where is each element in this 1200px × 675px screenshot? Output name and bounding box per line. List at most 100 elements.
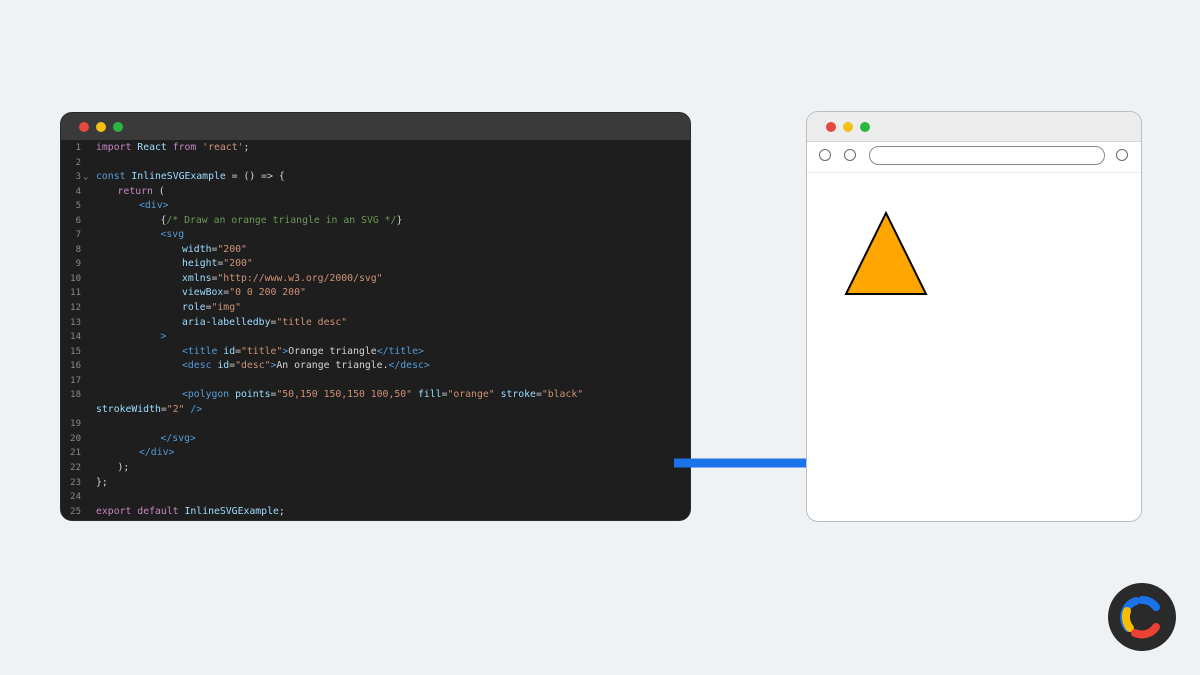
maximize-window-button[interactable]	[113, 122, 123, 132]
reload-button[interactable]	[1116, 149, 1128, 161]
line-number: 1	[75, 143, 81, 153]
code-token: "http://www.w3.org/2000/svg"	[217, 272, 383, 284]
code-text: <div>	[139, 199, 169, 214]
line-number: 18	[70, 390, 81, 401]
code-token: width	[182, 243, 212, 255]
line-number: 15	[70, 346, 81, 357]
line-number: 9	[75, 259, 81, 270]
code-token: points	[235, 389, 271, 401]
line-number: 24	[70, 492, 81, 503]
line-number: 25	[70, 506, 81, 517]
code-token: const	[96, 171, 126, 183]
code-token: /* Draw an orange triangle in an SVG */	[166, 214, 397, 226]
code-token: >	[160, 331, 167, 343]
code-line: 7 <svg	[61, 228, 690, 243]
code-token: <svg	[160, 229, 185, 241]
browser-close-button[interactable]	[826, 122, 836, 132]
code-token: InlineSVGExample	[184, 505, 279, 517]
browser-maximize-button[interactable]	[860, 122, 870, 132]
browser-titlebar	[807, 112, 1141, 142]
fold-chevron-icon[interactable]: ⌄	[83, 170, 88, 185]
code-token: ;	[243, 142, 250, 153]
address-bar[interactable]	[869, 146, 1105, 165]
code-text: return (	[118, 185, 165, 200]
code-text: <polygon points="50,150 150,150 100,50" …	[182, 388, 583, 403]
code-token: id	[223, 345, 236, 357]
line-number: 5	[75, 201, 81, 212]
code-token: </desc>	[388, 360, 430, 372]
code-text: aria-labelledby="title desc"	[182, 316, 347, 331]
code-token: React	[137, 142, 167, 153]
code-token: "2"	[166, 403, 185, 415]
line-number: 2	[75, 157, 81, 168]
code-text: </div>	[139, 446, 174, 461]
line-number: 10	[70, 273, 81, 284]
code-token: />	[190, 403, 203, 415]
code-token: xmlns	[182, 272, 212, 284]
line-number: 12	[70, 303, 81, 314]
code-token: "orange"	[447, 389, 495, 401]
code-text: const InlineSVGExample = () => {	[96, 170, 285, 185]
minimize-window-button[interactable]	[96, 122, 106, 132]
line-number: 8	[75, 244, 81, 255]
code-line: 24	[61, 490, 690, 505]
brand-c-logo-icon	[1120, 596, 1160, 639]
line-number: 21	[70, 448, 81, 459]
code-text: <svg	[161, 228, 185, 243]
line-number: 22	[70, 463, 81, 474]
code-line: 11 viewBox="0 0 200 200"	[61, 286, 690, 301]
code-line: 8 width="200"	[61, 243, 690, 258]
editor-titlebar	[61, 113, 690, 140]
code-token: );	[117, 462, 130, 474]
code-text: role="img"	[182, 301, 241, 316]
code-editor-window: 1 import React from 'react'; 2 3 ⌄ const Inli…	[60, 112, 691, 521]
code-area[interactable]: 1 import React from 'react'; 2 3 ⌄ const Inli…	[61, 141, 690, 519]
rendered-svg	[844, 210, 928, 295]
code-token: fill	[417, 389, 442, 401]
code-token: role	[182, 302, 206, 314]
code-text: import React from 'react';	[96, 141, 249, 156]
code-token: };	[96, 476, 108, 488]
code-line: 21 </div>	[61, 446, 690, 461]
code-token: <div>	[139, 200, 169, 212]
code-text: viewBox="0 0 200 200"	[182, 286, 306, 301]
code-token: (	[152, 185, 165, 197]
code-text: height="200"	[182, 257, 253, 272]
code-line: 22);	[61, 461, 690, 476]
code-text: >	[161, 330, 167, 345]
back-button[interactable]	[819, 149, 831, 161]
code-text: {/* Draw an orange triangle in an SVG */…	[161, 214, 403, 229]
brand-logo	[1108, 583, 1176, 651]
code-text: <desc id="desc">An orange triangle.</des…	[182, 359, 430, 374]
code-token: An orange triangle.	[276, 360, 389, 372]
code-token: "desc"	[235, 360, 271, 372]
line-number: 20	[70, 433, 81, 444]
code-token: </div>	[139, 447, 175, 459]
code-line: 16 <desc id="desc">An orange triangle.</d…	[61, 359, 690, 374]
code-line: 18 <polygon points="50,150 150,150 100,50…	[61, 388, 690, 403]
code-line: 20 </svg>	[61, 432, 690, 447]
forward-button[interactable]	[844, 149, 856, 161]
code-line: 4 return (	[61, 185, 690, 200]
browser-minimize-button[interactable]	[843, 122, 853, 132]
canvas: 1 import React from 'react'; 2 3 ⌄ const Inli…	[0, 0, 1200, 675]
line-number: 16	[70, 361, 81, 372]
code-line: 6 {/* Draw an orange triangle in an SVG *…	[61, 214, 690, 229]
code-line: 15 <title id="title">Orange triangle</tit…	[61, 345, 690, 360]
code-token: "img"	[211, 302, 242, 314]
code-text: };	[96, 476, 108, 491]
code-token: viewBox	[182, 287, 224, 299]
code-line: 14 >	[61, 330, 690, 345]
code-text: export default InlineSVGExample;	[96, 505, 285, 520]
code-token: "title"	[241, 345, 283, 357]
code-line: 5 <div>	[61, 199, 690, 214]
code-token: <polygon	[182, 389, 230, 401]
code-token: = () => {	[225, 171, 285, 183]
line-number: 6	[75, 215, 81, 226]
code-token: </svg>	[160, 432, 196, 444]
code-token: "0 0 200 200"	[229, 287, 306, 299]
code-line: 23};	[61, 476, 690, 491]
code-token: ;	[278, 505, 285, 517]
code-line: 9 height="200"	[61, 257, 690, 272]
close-window-button[interactable]	[79, 122, 89, 132]
